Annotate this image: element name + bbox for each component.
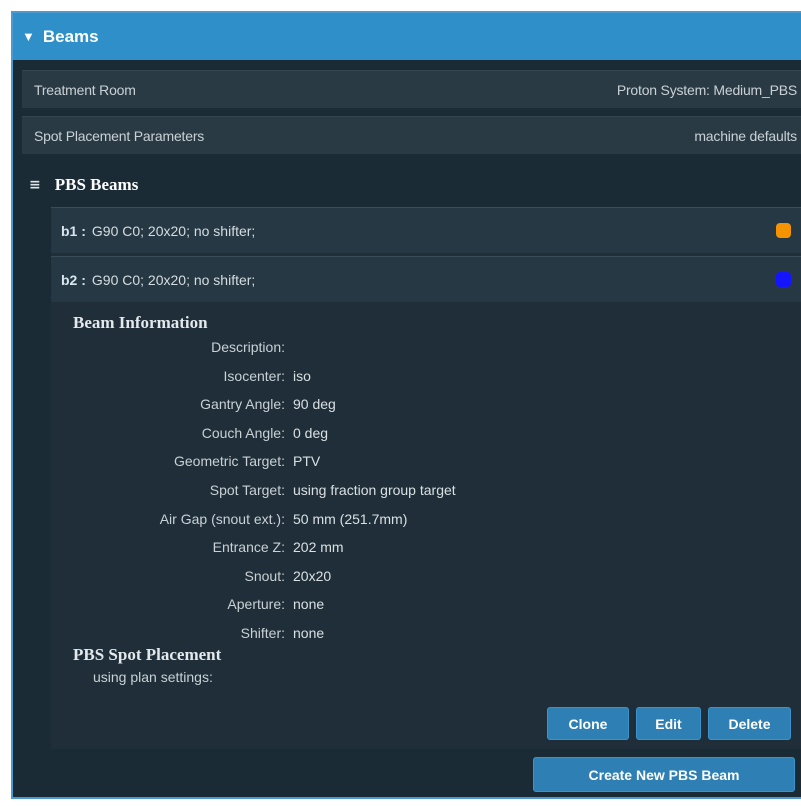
treatment-room-value: Proton System: Medium_PBS — [616, 81, 797, 98]
field-value: none — [293, 625, 325, 641]
beam-info-field: Geometric Target: PTV — [51, 453, 651, 475]
beam-info-field: Air Gap (snout ext.): 50 mm (251.7mm) — [51, 511, 651, 533]
beam-info-field: Description: — [51, 339, 651, 361]
field-label: Description: — [211, 339, 285, 355]
spot-placement-params-row[interactable]: Spot Placement Parameters machine defaul… — [22, 116, 801, 154]
beam-info-field: Aperture: none — [51, 596, 651, 618]
beam-info-field: Snout: 20x20 — [51, 568, 651, 590]
treatment-room-row[interactable]: Treatment Room Proton System: Medium_PBS — [22, 70, 801, 108]
beam-row-b1[interactable]: b1 : G90 C0; 20x20; no shifter; — [51, 207, 801, 253]
create-new-pbs-beam-button[interactable]: Create New PBS Beam — [533, 757, 795, 792]
field-value: 20x20 — [293, 567, 332, 584]
spot-placement-params-label: Spot Placement Parameters — [34, 127, 205, 144]
field-value: 0 deg — [293, 424, 329, 441]
beam-color-swatch — [776, 223, 791, 238]
collapse-triangle-icon[interactable]: ▼ — [22, 29, 35, 44]
treatment-room-label: Treatment Room — [34, 81, 136, 98]
field-label: Couch Angle: — [201, 424, 285, 441]
spot-placement-note: using plan settings: — [93, 669, 213, 685]
beam-row-b2[interactable]: b2 : G90 C0; 20x20; no shifter; — [51, 256, 801, 302]
beam-info-field: Spot Target: using fraction group target — [51, 482, 651, 504]
beam-information-heading: Beam Information — [73, 313, 208, 332]
pbs-spot-placement-heading: PBS Spot Placement — [73, 645, 222, 664]
field-value: none — [293, 596, 325, 613]
field-label: Spot Target: — [209, 482, 285, 498]
panel-title: Beams — [42, 26, 99, 46]
field-label: Gantry Angle: — [200, 396, 285, 413]
beam-id: b2 : — [61, 271, 86, 288]
spot-placement-params-value: machine defaults — [694, 127, 797, 144]
field-label: Isocenter: — [223, 367, 285, 384]
field-label: Geometric Target: — [173, 453, 285, 470]
field-value: using fraction group target — [293, 482, 456, 498]
beam-info-field: Isocenter: iso — [51, 368, 651, 390]
field-value: 50 mm (251.7mm) — [293, 510, 408, 527]
beam-info-field: Shifter: none — [51, 625, 651, 647]
field-value: 202 mm — [293, 539, 344, 556]
beam-summary: G90 C0; 20x20; no shifter; — [91, 222, 256, 239]
field-value: iso — [293, 367, 311, 384]
beams-panel-header[interactable]: ▼ Beams — [13, 13, 801, 60]
beam-b2-text: b2 : G90 C0; 20x20; no shifter; — [61, 272, 255, 288]
beam-summary: G90 C0; 20x20; no shifter; — [91, 271, 256, 288]
edit-button[interactable]: Edit — [636, 707, 701, 740]
field-label: Snout: — [244, 567, 285, 584]
field-value: PTV — [293, 453, 321, 470]
field-label: Air Gap (snout ext.): — [159, 510, 285, 527]
clone-button[interactable]: Clone — [547, 707, 629, 740]
beam-info-field: Couch Angle: 0 deg — [51, 425, 651, 447]
menu-icon[interactable]: ≡ — [29, 177, 41, 193]
field-label: Shifter: — [240, 625, 285, 641]
pbs-beams-label: PBS Beams — [54, 175, 139, 194]
beam-id: b1 : — [61, 222, 86, 239]
field-label: Aperture: — [227, 596, 285, 613]
field-value: 90 deg — [293, 396, 336, 413]
beam-info-field: Gantry Angle: 90 deg — [51, 396, 651, 418]
field-label: Entrance Z: — [212, 539, 285, 556]
pbs-beams-title: ≡ PBS Beams — [29, 175, 138, 195]
delete-button[interactable]: Delete — [708, 707, 791, 740]
beam-color-swatch — [776, 272, 791, 287]
beams-panel: ▼ Beams Treatment Room Proton System: Me… — [11, 11, 801, 799]
beam-info-field: Entrance Z: 202 mm — [51, 539, 651, 561]
beam-b1-text: b1 : G90 C0; 20x20; no shifter; — [61, 223, 255, 239]
